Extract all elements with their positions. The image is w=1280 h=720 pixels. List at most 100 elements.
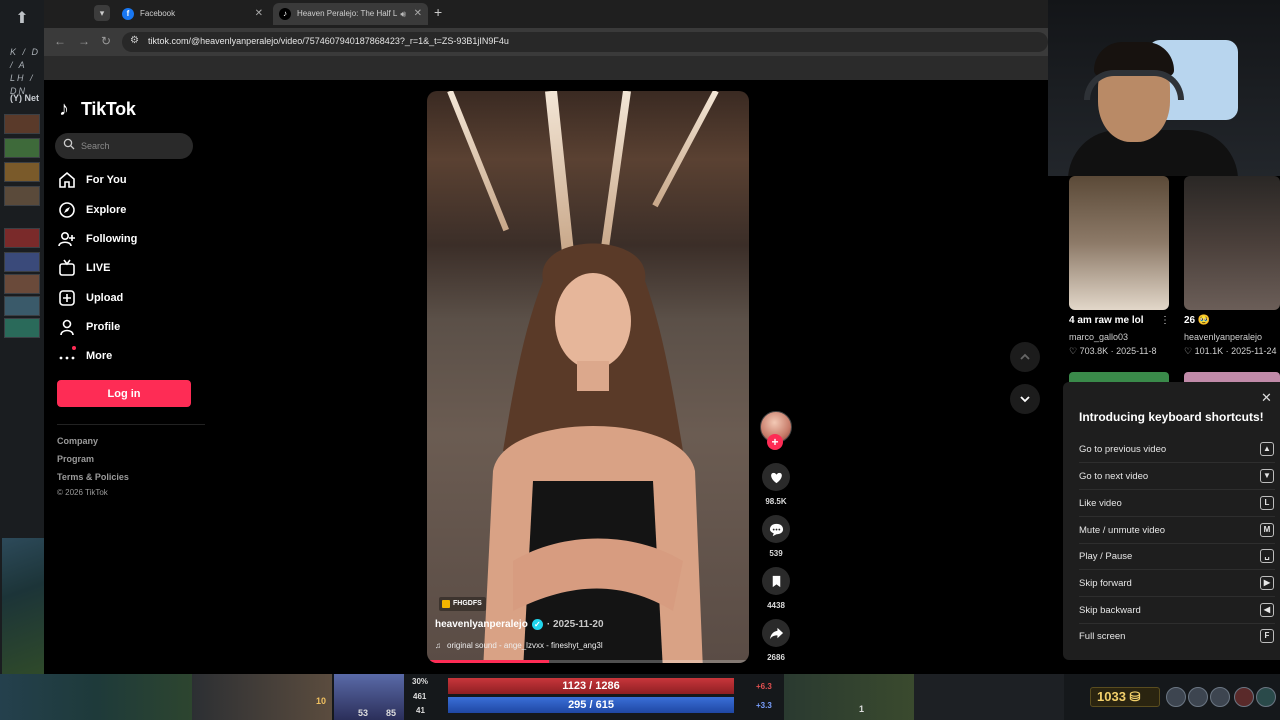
minimap-left[interactable] (2, 538, 44, 674)
hero-portrait[interactable] (4, 186, 40, 206)
recommended-video-thumbnail[interactable] (1184, 372, 1280, 382)
glyph-icon[interactable] (1234, 687, 1254, 707)
shortcut-label: Play / Pause (1079, 551, 1133, 562)
share-icon (769, 627, 783, 639)
item-slots[interactable] (784, 674, 914, 720)
tiktok-logo[interactable]: ♪ TikTok (59, 98, 136, 120)
like-button[interactable] (762, 463, 790, 491)
site-info-icon[interactable]: ⚙ (130, 35, 139, 46)
nav-explore[interactable]: Explore (58, 198, 208, 222)
hero-portrait[interactable] (4, 114, 40, 134)
new-tab-button[interactable]: + (434, 4, 442, 20)
recommended-title[interactable]: 4 am raw me lol (1069, 315, 1143, 326)
browser-infobar (44, 56, 1048, 80)
scan-icon[interactable] (1256, 687, 1276, 707)
reload-icon[interactable]: ↻ (101, 34, 111, 48)
chevron-down-icon (1020, 396, 1030, 403)
hero-portrait[interactable] (4, 296, 40, 316)
net-label: (Y) Net (10, 93, 39, 103)
minimap[interactable] (0, 674, 192, 720)
speaker-icon[interactable]: 🔊︎ (400, 3, 406, 25)
close-icon[interactable]: ✕ (414, 3, 422, 25)
nav-following[interactable]: Following (58, 227, 208, 251)
shortcut-row: Skip backward ◀ (1079, 598, 1275, 624)
share-button[interactable] (762, 619, 790, 647)
scoreboard-icon[interactable] (1166, 687, 1186, 707)
tab-label: Facebook (140, 9, 176, 18)
forward-icon[interactable]: → (78, 34, 90, 48)
hero-portrait[interactable] (4, 138, 40, 158)
recommended-user[interactable]: marco_gallo03 (1069, 332, 1128, 342)
video-player[interactable]: FHGDFS heavenlyanperalejo ✓ · 2025-11-20… (427, 91, 749, 663)
nav-label: For You (86, 174, 127, 186)
tab-facebook[interactable]: f Facebook ✕ (116, 3, 269, 25)
nav-upload[interactable]: Upload (58, 286, 208, 310)
close-icon[interactable]: ✕ (1261, 390, 1272, 406)
recommended-title[interactable]: 26 🥹 (1184, 315, 1210, 326)
nav-profile[interactable]: Profile (58, 315, 208, 339)
back-icon[interactable]: ← (54, 34, 66, 48)
url-field[interactable]: ⚙ tiktok.com/@heavenlyanperalejo/video/7… (122, 32, 1048, 52)
keyboard-shortcuts-popup: ✕ Introducing keyboard shortcuts! Go to … (1063, 382, 1280, 660)
arrow-up-key-icon: ▲ (1260, 442, 1274, 456)
previous-video-button[interactable] (1010, 342, 1040, 372)
armor-value: 85 (386, 708, 397, 718)
hero-portrait[interactable] (4, 274, 40, 294)
kda-label: K / D / A LH / DN (10, 46, 44, 98)
verified-icon: ✓ (531, 619, 543, 630)
video-sound-row[interactable]: ♫ original sound - ange_lzvxx - fineshyt… (435, 641, 603, 650)
recommended-video-thumbnail[interactable] (1184, 176, 1280, 310)
nav-for-you[interactable]: For You (58, 168, 208, 192)
stat-value: 41 (416, 706, 425, 715)
gold-counter: 1033 ⛁ (1090, 687, 1160, 707)
save-count: 4438 (767, 601, 785, 610)
more-options-icon[interactable]: ⋮ (1160, 315, 1170, 326)
search-input[interactable]: Search (55, 133, 193, 159)
tab-label: Heaven Peralejo: The Half L (297, 9, 398, 18)
hp-regen: +6.3 (756, 682, 772, 691)
recommended-likes: 101.1K (1194, 346, 1224, 356)
comment-button[interactable] (762, 515, 790, 543)
next-video-button[interactable] (1010, 384, 1040, 414)
hero-portrait[interactable] (4, 252, 40, 272)
ceiling-beam (652, 91, 719, 208)
hero-portrait[interactable] (4, 162, 40, 182)
shop-icon[interactable] (1188, 687, 1208, 707)
recommended-video-thumbnail[interactable] (1069, 176, 1169, 310)
recommended-user[interactable]: heavenlyanperalejo (1184, 332, 1262, 342)
hero-portrait[interactable] (4, 228, 40, 248)
login-button[interactable]: Log in (57, 380, 191, 407)
video-author[interactable]: heavenlyanperalejo (435, 619, 528, 630)
nav-label: LIVE (86, 262, 111, 274)
tab-search-dropdown[interactable]: ▾ (94, 5, 110, 21)
nav-live[interactable]: LIVE (58, 256, 208, 280)
upload-arrow-icon[interactable]: ⬆ (8, 8, 36, 28)
video-date-row: · 2025-11-20 (546, 619, 604, 630)
recommended-date: 2025-11-8 (1116, 346, 1157, 356)
hero-level: 10 (316, 696, 327, 706)
follow-button[interactable]: + (767, 434, 783, 450)
nav-label: Profile (86, 321, 121, 333)
shortcut-row: Go to previous video ▲ (1079, 437, 1275, 463)
video-progress-bar[interactable] (427, 660, 749, 663)
ceiling-beam (545, 91, 574, 251)
save-button[interactable] (762, 567, 790, 595)
close-icon[interactable]: ✕ (255, 3, 263, 25)
comment-icon (769, 523, 783, 536)
footer-link-company[interactable]: Company (57, 436, 98, 446)
shortcut-key: L (1260, 496, 1274, 510)
recommended-video-thumbnail[interactable] (1069, 372, 1169, 382)
address-bar: ← → ↻ ⚙ tiktok.com/@heavenlyanperalejo/v… (44, 28, 1048, 56)
hud-panel (914, 674, 1064, 720)
footer-link-terms[interactable]: Terms & Policies (57, 472, 129, 482)
footer-link-program[interactable]: Program (57, 454, 94, 464)
tab-tiktok[interactable]: ♪ Heaven Peralejo: The Half L 🔊︎ ✕ (273, 3, 428, 25)
video-badge[interactable]: FHGDFS (439, 597, 486, 611)
courier-icon[interactable] (1210, 687, 1230, 707)
logo-text: TikTok (81, 98, 136, 119)
hero-portrait[interactable] (4, 318, 40, 338)
live-tv-icon (59, 259, 75, 276)
kda-text: K / D / A (10, 47, 41, 70)
nav-more[interactable]: More (58, 344, 208, 368)
xp-percent: 30% (412, 677, 429, 686)
